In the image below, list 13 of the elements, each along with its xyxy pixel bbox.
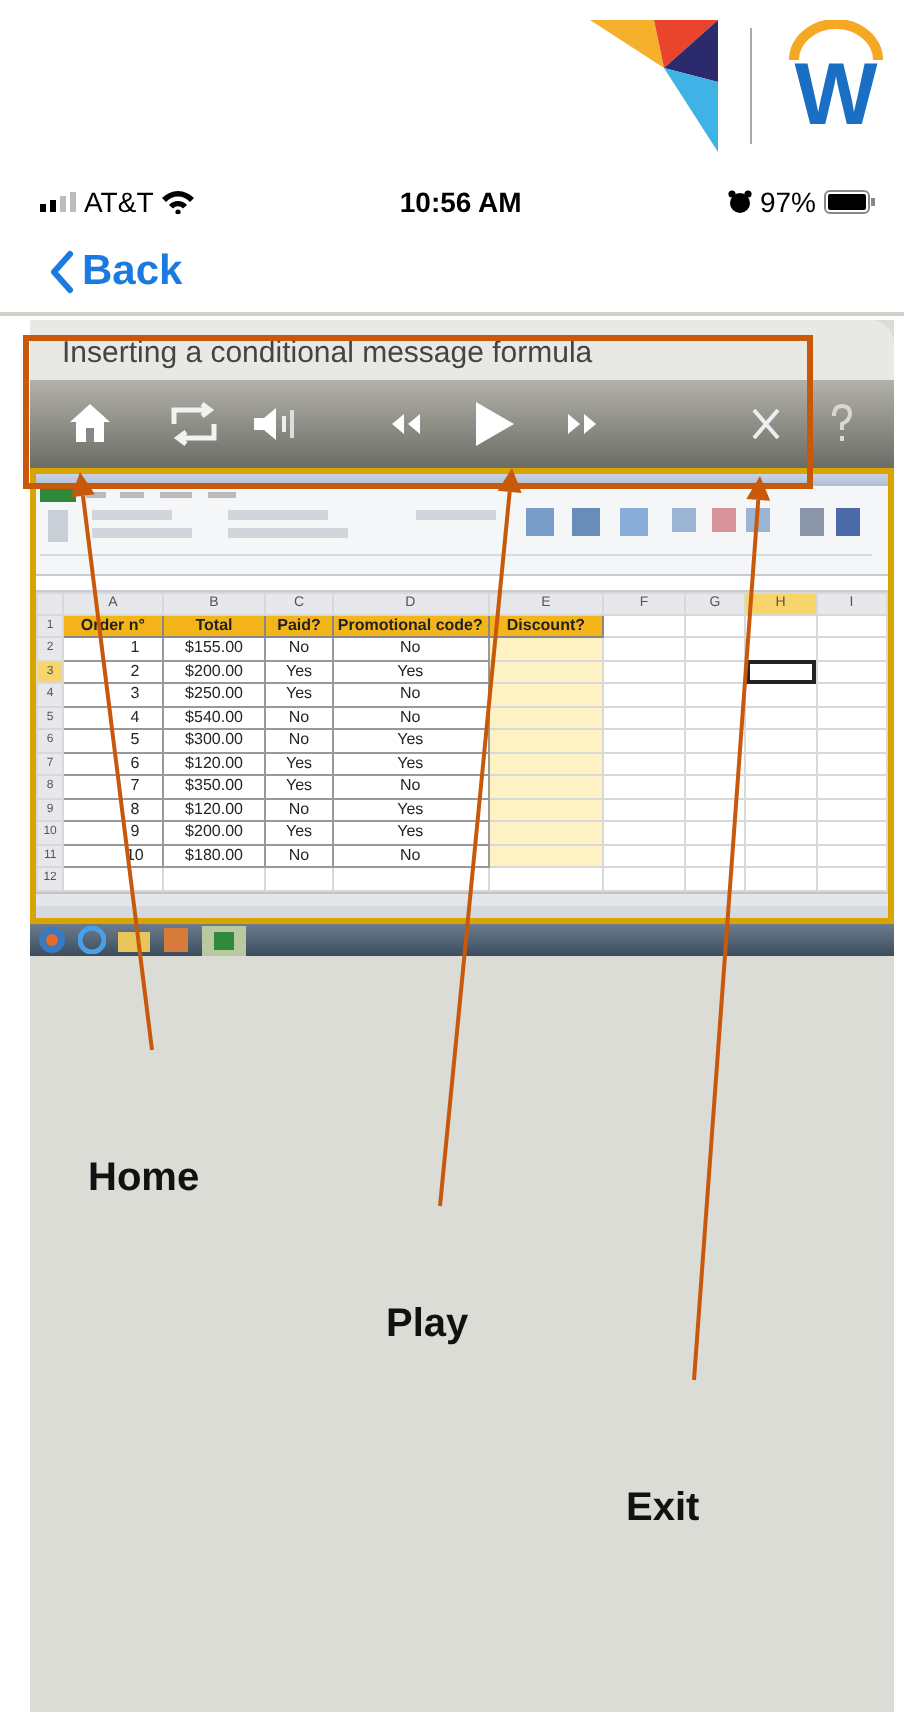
logo-letter: W xyxy=(794,52,878,140)
table-cell: No xyxy=(332,637,489,660)
table-cell: Yes xyxy=(332,660,489,683)
table-cell: No xyxy=(332,683,489,706)
back-button[interactable]: Back xyxy=(48,240,183,304)
clock-time: 10:56 AM xyxy=(399,183,522,221)
carrier-name: AT&T xyxy=(84,183,154,221)
header-cell: Promotional code? xyxy=(332,614,489,637)
annotation-label: Exit xyxy=(626,1484,700,1534)
player-title: Inserting a conditional message formula xyxy=(30,320,894,380)
annotation-label: Play xyxy=(386,1300,469,1350)
battery-percent: 97% xyxy=(759,183,816,221)
annotation-label: Home xyxy=(88,1154,200,1204)
